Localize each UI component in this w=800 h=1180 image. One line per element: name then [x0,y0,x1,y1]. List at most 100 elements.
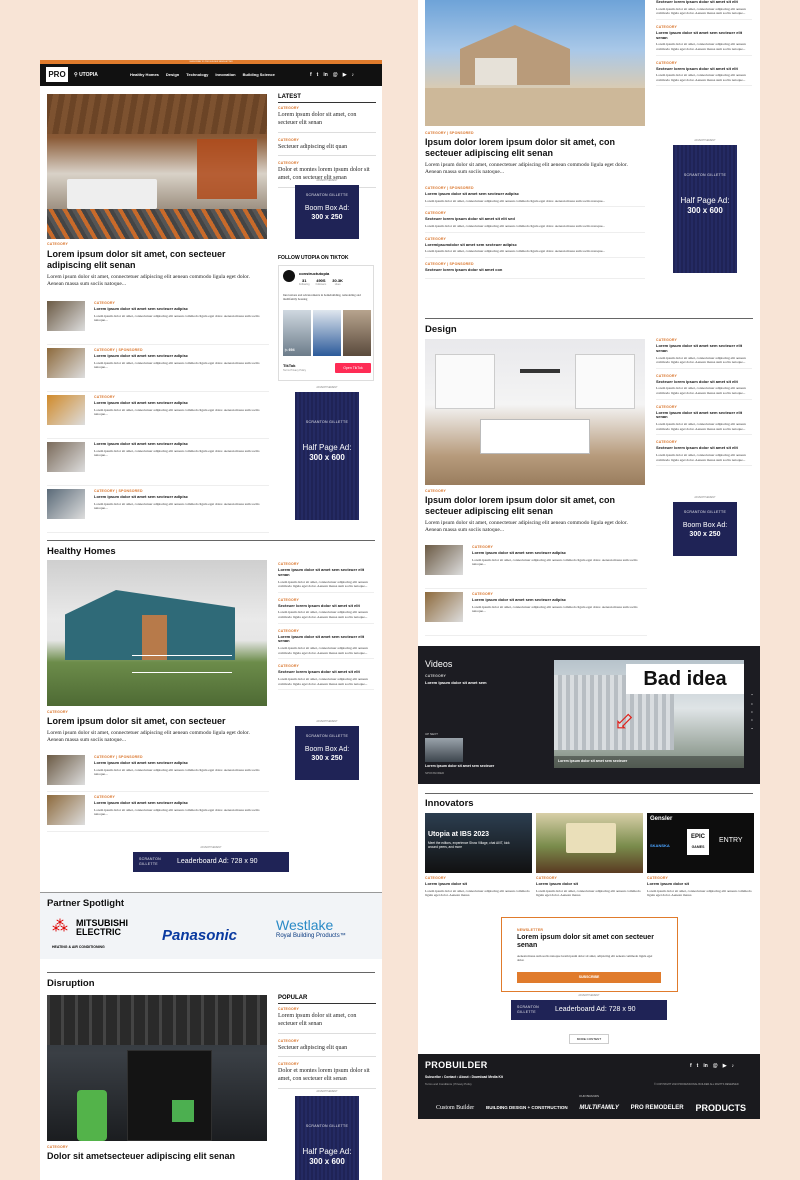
nav-item-0[interactable]: Healthy Homes [130,72,159,80]
latest-item-category[interactable]: CATEGORY [278,138,376,142]
list1-row[interactable]: CATEGORY | SPONSORED Lorem ipsum dolor si… [47,345,269,392]
innovator-image-1[interactable]: Utopia at IBS 2023 Meet the editors, exp… [425,813,532,873]
healthy-list-thumbnail[interactable] [47,755,85,785]
up-next-thumbnail[interactable] [425,738,463,762]
list1-row[interactable]: CATEGORY Lorem ipsum dolor sit amet sem s… [47,392,269,439]
healthy-list-title[interactable]: Lorem ipsum dolor sit amet sem secteuer … [94,760,264,766]
list1-category[interactable]: CATEGORY | SPONSORED [94,348,264,352]
innovator-card-title[interactable]: Lorem ipsum dolor sit [425,881,530,887]
popular-item-category[interactable]: CATEGORY [278,1039,376,1043]
healthy-side-title[interactable]: Lorem ipsum dolor sit amet sem secteuer … [278,634,374,645]
design-list-category[interactable]: CATEGORY [472,545,642,549]
social-icon-4[interactable]: ▶ [343,72,347,78]
hero-headline[interactable]: Lorem ipsum dolor sit amet, con secteuer… [47,249,267,271]
popular-item-title[interactable]: Secteuer adipiscing elit quan [278,1045,376,1053]
healthy-side-item[interactable]: CATEGORY Lorem ipsum dolor sit amet sem s… [278,562,374,593]
list1-category[interactable]: CATEGORY | SPONSORED [94,489,264,493]
r-top-side-item[interactable]: CATEGORY Lorem ipsum dolor sit amet sem s… [656,25,752,56]
innovator-image-3[interactable]: Gensler EPIC GAMES ENTRY SKANSKA [647,813,754,873]
list1-thumbnail[interactable] [47,301,85,331]
r-top-list-category[interactable]: CATEGORY [425,237,645,241]
healthy-side-item[interactable]: CATEGORY Secteuer lorem ipsum dolor sit a… [278,598,374,624]
video-pager[interactable]: ⌃ • • • ⌄ [749,692,755,736]
brand-logo-1[interactable]: BUILDING DESIGN + CONSTRUCTION [486,1105,568,1111]
disruption-title[interactable]: Disruption [47,978,95,989]
pager-dot-3[interactable]: • [749,716,755,724]
healthy-category[interactable]: CATEGORY [47,710,68,714]
healthy-list-row[interactable]: CATEGORY | SPONSORED Lorem ipsum dolor si… [47,752,269,792]
healthy-side-category[interactable]: CATEGORY [278,598,374,602]
pager-dot-1[interactable]: • [749,700,755,708]
halfpage-ad-box[interactable]: SCRANTON GILLETTE Half Page Ad: 300 x 600 [295,1096,359,1180]
healthy-list-title[interactable]: Lorem ipsum dolor sit amet sem secteuer … [94,800,264,806]
design-side-item[interactable]: CATEGORY Secteuer lorem ipsum dolor sit a… [656,440,752,467]
healthy-homes-image[interactable] [47,560,267,706]
healthy-list-category[interactable]: CATEGORY [94,795,264,799]
design-list-row[interactable]: CATEGORY Lorem ipsum dolor sit amet sem s… [425,589,647,636]
r-top-side-category[interactable]: CATEGORY [656,25,752,29]
social-icon-3[interactable]: @ [333,72,338,78]
list1-category[interactable]: CATEGORY [94,301,264,305]
r-top-side-category[interactable]: CATEGORY [656,61,752,65]
r-top-side-title[interactable]: Secteuer lorem ipsum dolor sit amet sit … [656,66,752,72]
list1-title[interactable]: Lorem ipsum dolor sit amet sem secteuer … [94,441,264,447]
pager-down-icon[interactable]: ⌄ [749,724,755,732]
innovator-card-category[interactable]: CATEGORY [425,876,530,880]
list1-category[interactable]: CATEGORY [94,395,264,399]
healthy-side-category[interactable]: CATEGORY [278,664,374,668]
r-top-list-item[interactable]: CATEGORY | SPONSORED Lorem ipsum dolor si… [425,186,645,208]
design-side-category[interactable]: CATEGORY [656,440,752,444]
healthy-side-title[interactable]: Secteuer lorem ipsum dolor sit amet sit … [278,669,374,675]
panasonic-logo[interactable]: Panasonic [162,927,237,944]
mitsubishi-logo[interactable]: ⁂ MITSUBISHI ELECTRIC HEATING & AIR COND… [50,917,150,957]
list1-title[interactable]: Lorem ipsum dolor sit amet sem secteuer … [94,306,264,312]
popular-item-title[interactable]: Lorem ipsum dolor sit amet, con secteuer… [278,1013,376,1029]
r-top-list-title[interactable]: Secteuer lorem ipsum dolor sit amet con [425,267,645,273]
more-content-button[interactable]: MORE CONTENT [569,1034,609,1044]
healthy-side-item[interactable]: CATEGORY Lorem ipsum dolor sit amet sem s… [278,629,374,660]
innovator-card[interactable]: CATEGORY Lorem ipsum dolor sit Lorem ipsum… [536,876,641,898]
footer-links[interactable]: Subscribe • Contact • About • Download M… [425,1075,503,1079]
social-icon-1[interactable]: t [317,72,319,78]
innovator-card[interactable]: CATEGORY Lorem ipsum dolor sit Lorem ipsum… [647,876,752,898]
popular-item[interactable]: CATEGORY Secteuer adipiscing elit quan [278,1039,376,1058]
footer-social-icon-1[interactable]: t [697,1063,699,1069]
r-top-list-item[interactable]: CATEGORY | SPONSORED Secteuer lorem ipsum… [425,262,645,279]
popular-item-category[interactable]: CATEGORY [278,1007,376,1011]
latest-item[interactable]: CATEGORY Secteuer adipiscing elit quan [278,138,376,157]
boombox-ad-box[interactable]: SCRANTON GILLETTE Boom Box Ad: 300 x 250 [295,185,359,239]
brand-logo-4[interactable]: PRODUCTS [695,1103,746,1113]
utopia-logo[interactable]: ⚲ UTOPIA [74,69,112,81]
design-list-title[interactable]: Lorem ipsum dolor sit amet sem secteuer … [472,597,642,603]
design-list-thumbnail[interactable] [425,592,463,622]
r-top-side-item[interactable]: CATEGORY Secteuer lorem ipsum dolor sit a… [656,61,752,87]
list1-row[interactable]: CATEGORY | SPONSORED Lorem ipsum dolor si… [47,486,269,533]
hero-image[interactable] [47,94,267,239]
footer-social-icon-4[interactable]: ▶ [723,1063,727,1069]
footer-social-icon-3[interactable]: @ [713,1063,718,1069]
brand-logo-0[interactable]: Custom Builder [436,1105,474,1111]
design-side-title[interactable]: Secteuer lorem ipsum dolor sit amet sit … [656,379,752,385]
healthy-list-category[interactable]: CATEGORY | SPONSORED [94,755,264,759]
design-side-title[interactable]: Secteuer lorem ipsum dolor sit amet sit … [656,445,752,451]
design-list-thumbnail[interactable] [425,545,463,575]
r-top-list-category[interactable]: CATEGORY | SPONSORED [425,186,645,190]
design-side-item[interactable]: CATEGORY Lorem ipsum dolor sit amet sem s… [656,338,752,369]
innovator-card-title[interactable]: Lorem ipsum dolor sit [536,881,641,887]
r-top-category[interactable]: CATEGORY | SPONSORED [425,131,474,135]
latest-item-category[interactable]: CATEGORY [278,106,376,110]
list1-thumbnail[interactable] [47,442,85,472]
popular-item[interactable]: CATEGORY Lorem ipsum dolor sit amet, con … [278,1007,376,1034]
subscribe-button[interactable]: SUBSCRIBE [517,972,661,983]
healthy-side-title[interactable]: Lorem ipsum dolor sit amet sem secteuer … [278,567,374,578]
footer-social-icon-5[interactable]: ♪ [732,1063,735,1069]
design-side-item[interactable]: CATEGORY Lorem ipsum dolor sit amet sem s… [656,405,752,436]
r-top-headline[interactable]: Ipsum dolor lorem ipsum dolor sit amet, … [425,137,645,159]
boombox-ad-box[interactable]: SCRANTON GILLETTE Boom Box Ad: 300 x 250 [295,726,359,780]
tiktok-widget[interactable]: constructutopia 31 Following 490S Followers… [278,265,374,381]
disruption-category[interactable]: CATEGORY [47,1145,68,1149]
healthy-homes-title[interactable]: Healthy Homes [47,546,116,557]
list1-title[interactable]: Lorem ipsum dolor sit amet sem secteuer … [94,494,264,500]
healthy-headline[interactable]: Lorem ipsum dolor sit amet, con secteuer [47,716,267,727]
halfpage-ad-box[interactable]: SCRANTON GILLETTE Half Page Ad: 300 x 600 [295,392,359,520]
